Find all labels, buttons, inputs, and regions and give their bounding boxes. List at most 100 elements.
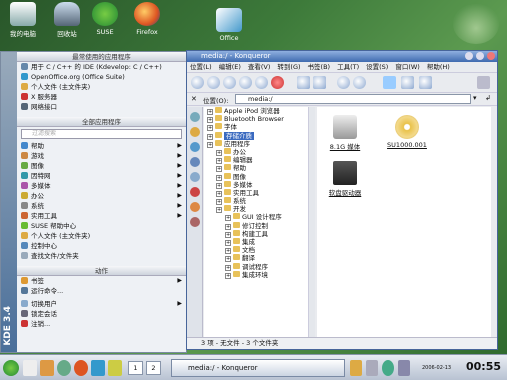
tree-item[interactable]: + 系统 bbox=[204, 197, 314, 206]
expand-icon[interactable]: + bbox=[216, 182, 222, 189]
kmenu-cat-multimedia[interactable]: 多媒体 ▶ bbox=[17, 181, 186, 191]
back-icon[interactable] bbox=[207, 76, 220, 89]
kmenu-search-input[interactable]: 过滤搜索 bbox=[21, 129, 182, 139]
expand-icon[interactable]: + bbox=[225, 272, 231, 279]
tree-item[interactable]: + 集成 bbox=[204, 238, 314, 246]
expand-icon[interactable]: + bbox=[216, 149, 222, 156]
menu-window[interactable]: 窗口(W) bbox=[395, 63, 420, 71]
zoom-in-icon[interactable] bbox=[337, 76, 350, 89]
location-input[interactable]: media:/ bbox=[235, 94, 471, 104]
task-button-konqueror[interactable]: media:/ - Konqueror bbox=[171, 359, 345, 377]
clock[interactable]: 00:55 bbox=[466, 359, 501, 375]
tray-updater-icon[interactable] bbox=[350, 360, 362, 376]
menu-location[interactable]: 位置(L) bbox=[190, 63, 212, 71]
mail-launcher-icon[interactable] bbox=[108, 360, 122, 376]
kmenu-cat-system[interactable]: 系统 ▶ bbox=[17, 201, 186, 211]
kmenu-item-openoffice[interactable]: OpenOffice.org (Office Suite) bbox=[17, 72, 186, 82]
file-item-cdrom[interactable]: SU1000.001 bbox=[385, 115, 429, 149]
expand-icon[interactable]: + bbox=[225, 231, 231, 238]
expand-icon[interactable]: + bbox=[216, 207, 222, 214]
kmenu-cat-games[interactable]: 游戏 ▶ bbox=[17, 151, 186, 161]
kmenu-item-control-center[interactable]: 控制中心 bbox=[17, 241, 186, 251]
kmenu-button-icon[interactable] bbox=[3, 360, 19, 376]
office-launcher-icon[interactable] bbox=[91, 360, 105, 376]
print-icon[interactable] bbox=[313, 76, 326, 89]
desktop-icon-computer[interactable]: 我的电脑 bbox=[0, 2, 46, 38]
desktop-icon-suse[interactable]: SUSE bbox=[82, 2, 128, 36]
favorites-tab-icon[interactable] bbox=[190, 127, 200, 137]
tree-item[interactable]: + 修订控制 bbox=[204, 221, 314, 230]
view-mode-icon[interactable] bbox=[401, 76, 414, 89]
tree-item[interactable]: + 实用工具 bbox=[204, 188, 314, 197]
kmenu-action-logout[interactable]: 注销... bbox=[17, 319, 186, 329]
expand-icon[interactable]: + bbox=[225, 264, 231, 271]
kmenu-item-network[interactable]: 网络接口 bbox=[17, 102, 186, 112]
expand-icon[interactable]: + bbox=[207, 141, 213, 148]
minimize-icon[interactable] bbox=[465, 52, 473, 60]
menu-view[interactable]: 查看(V) bbox=[248, 63, 271, 71]
go-icon[interactable]: ↲ bbox=[485, 94, 491, 102]
tree-item[interactable]: + Apple iPod 浏览器 bbox=[204, 107, 314, 115]
tree-item[interactable]: + 构建工具 bbox=[204, 229, 314, 238]
kmenu-cat-help[interactable]: 帮助 ▶ bbox=[17, 141, 186, 151]
kmenu-action-lock[interactable]: 锁定会话 bbox=[17, 309, 186, 319]
tray-clipboard-icon[interactable] bbox=[366, 360, 378, 376]
tree-item[interactable]: + 办公 bbox=[204, 147, 314, 156]
tree-item[interactable]: + 应用程序 bbox=[204, 139, 314, 148]
expand-icon[interactable]: + bbox=[225, 223, 231, 230]
home-launcher-icon[interactable] bbox=[40, 360, 54, 376]
menu-edit[interactable]: 编辑(E) bbox=[219, 63, 241, 71]
window-titlebar[interactable]: media:/ - Konqueror bbox=[187, 51, 497, 62]
kmenu-cat-internet[interactable]: 因特网 ▶ bbox=[17, 171, 186, 181]
expand-icon[interactable]: + bbox=[225, 248, 231, 255]
media-tab-icon[interactable] bbox=[190, 187, 200, 197]
kmenu-action-switch-user[interactable]: 切换用户 ▶ bbox=[17, 299, 186, 309]
clear-location-icon[interactable]: ✕ bbox=[191, 95, 197, 103]
tree-item[interactable]: + 翻译 bbox=[204, 254, 314, 263]
tree-item[interactable]: + 字体 bbox=[204, 123, 314, 132]
help-launcher-icon[interactable] bbox=[57, 360, 71, 376]
expand-icon[interactable]: + bbox=[216, 190, 222, 197]
menu-help[interactable]: 帮助(H) bbox=[427, 63, 450, 71]
tree-item[interactable]: + 调试程序 bbox=[204, 262, 314, 271]
menu-go[interactable]: 转到(G) bbox=[277, 63, 300, 71]
expand-icon[interactable]: + bbox=[207, 109, 213, 115]
bookmarks-tab-icon[interactable] bbox=[190, 112, 200, 122]
kmenu-cat-utilities[interactable]: 实用工具 ▶ bbox=[17, 211, 186, 221]
home-tab-icon[interactable] bbox=[190, 157, 200, 167]
expand-icon[interactable]: + bbox=[216, 199, 222, 206]
tray-volume-icon[interactable] bbox=[398, 360, 410, 376]
pager-desktop-1[interactable]: 1 bbox=[128, 361, 143, 375]
file-item-hard-disk[interactable]: 8.1G 媒体 bbox=[323, 115, 367, 151]
stop-icon[interactable] bbox=[271, 76, 284, 89]
home-icon[interactable] bbox=[239, 76, 252, 89]
tray-network-icon[interactable] bbox=[382, 360, 394, 376]
expand-icon[interactable]: + bbox=[207, 133, 213, 140]
menu-tools[interactable]: 工具(T) bbox=[337, 63, 359, 71]
location-dropdown-icon[interactable]: ▾ bbox=[473, 94, 477, 102]
expand-icon[interactable]: + bbox=[207, 125, 213, 132]
menu-settings[interactable]: 设置(S) bbox=[366, 63, 388, 71]
firefox-launcher-icon[interactable] bbox=[74, 360, 88, 376]
tree-item[interactable]: + 帮助 bbox=[204, 164, 314, 173]
menu-bookmarks[interactable]: 书签(B) bbox=[308, 63, 331, 71]
services-tab-icon[interactable] bbox=[190, 202, 200, 212]
tools-icon[interactable] bbox=[419, 76, 432, 89]
kmenu-action-bookmarks[interactable]: 书签 ▶ bbox=[17, 276, 186, 286]
file-item-floppy[interactable]: 软盘驱动器 bbox=[323, 161, 367, 197]
tree-item[interactable]: + Bluetooth Browser bbox=[204, 115, 314, 124]
expand-icon[interactable]: + bbox=[225, 240, 231, 246]
kmenu-item-kdevelop[interactable]: 用于 C / C++ 的 IDE (Kdevelop: C / C++) bbox=[17, 62, 186, 72]
kmenu-cat-office[interactable]: 办公 ▶ bbox=[17, 191, 186, 201]
pager-desktop-2[interactable]: 2 bbox=[146, 361, 161, 375]
expand-icon[interactable]: + bbox=[216, 158, 222, 165]
close-icon[interactable] bbox=[487, 52, 495, 60]
expand-icon[interactable]: + bbox=[216, 166, 222, 173]
zoom-out-icon[interactable] bbox=[353, 76, 366, 89]
tree-item[interactable]: + 集成环境 bbox=[204, 270, 314, 279]
history-tab-icon[interactable] bbox=[190, 142, 200, 152]
network-tab-icon[interactable] bbox=[190, 172, 200, 182]
desktop-icon-firefox[interactable]: Firefox bbox=[124, 2, 170, 36]
desktop-icon-office[interactable]: Office bbox=[206, 8, 252, 42]
kmenu-item-suse-help[interactable]: SUSE 帮助中心 bbox=[17, 221, 186, 231]
